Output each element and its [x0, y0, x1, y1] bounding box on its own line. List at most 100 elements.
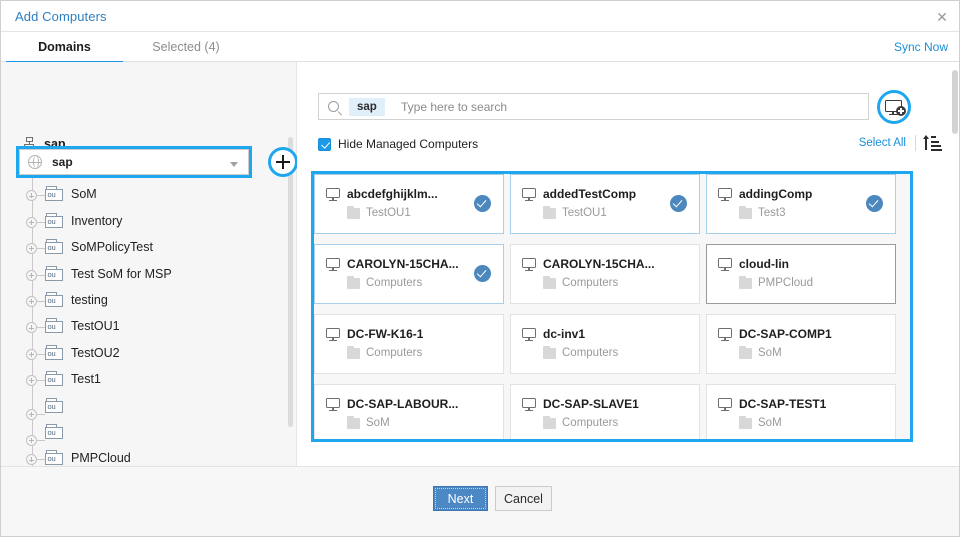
tree-node-testou1[interactable]: ouTestOU1	[1, 314, 297, 340]
expand-icon[interactable]	[26, 409, 37, 420]
sync-now-link[interactable]: Sync Now	[894, 32, 948, 62]
monitor-icon	[326, 258, 341, 271]
monitor-icon	[522, 398, 537, 411]
sort-ascending-icon[interactable]	[924, 135, 942, 151]
tree-connector	[37, 248, 45, 249]
expand-icon[interactable]	[26, 296, 37, 307]
add-domain-button[interactable]	[268, 147, 298, 177]
computer-ou: SoM	[758, 347, 782, 359]
monitor-icon	[522, 328, 537, 341]
selected-check-icon[interactable]	[866, 195, 883, 212]
expand-icon[interactable]	[26, 243, 37, 254]
folder-icon	[739, 418, 752, 429]
expand-icon[interactable]	[26, 435, 37, 446]
computer-card[interactable]: cloud-linPMPCloud	[706, 244, 896, 304]
expand-icon[interactable]	[26, 375, 37, 386]
tab-domains[interactable]: Domains	[6, 32, 123, 62]
computer-card[interactable]: CAROLYN-15CHA...Computers	[314, 244, 504, 304]
domain-selector-highlight: sap	[16, 146, 252, 178]
ou-folder-icon: ou	[45, 345, 65, 361]
computer-name: abcdefghijklm...	[347, 187, 438, 201]
computer-name: dc-inv1	[543, 327, 585, 341]
tree-node-inventory[interactable]: ouInventory	[1, 209, 297, 235]
computers-scrollbar[interactable]	[952, 70, 958, 134]
computer-card[interactable]: CAROLYN-15CHA...Computers	[510, 244, 700, 304]
tree-scrollbar[interactable]	[288, 137, 293, 427]
cancel-button[interactable]: Cancel	[495, 486, 552, 511]
folder-icon	[347, 418, 360, 429]
monitor-icon	[326, 188, 341, 201]
selected-check-icon[interactable]	[474, 265, 491, 282]
tree-node-testou2[interactable]: ouTestOU2	[1, 341, 297, 367]
tree-node-som[interactable]: ouSoM	[1, 182, 297, 208]
tree-node-label: SoMPolicyTest	[71, 240, 153, 254]
computer-card[interactable]: dc-inv1 Computers	[510, 314, 700, 374]
computer-ou: Computers	[562, 347, 618, 359]
tree-node-pmpcloud[interactable]: ouPMPCloud	[1, 446, 297, 466]
tree-node-test-som-for-msp[interactable]: ouTest SoM for MSP	[1, 262, 297, 288]
search-input[interactable]: sap Type here to search	[318, 93, 869, 120]
expand-icon[interactable]	[26, 349, 37, 360]
ou-folder-icon: ou	[45, 292, 65, 308]
expand-icon[interactable]	[26, 454, 37, 465]
tree-node-testing[interactable]: outesting	[1, 288, 297, 314]
tree-node-unnamed[interactable]: ou	[1, 394, 297, 420]
computer-ou: Test3	[758, 207, 786, 219]
globe-icon	[28, 155, 42, 169]
computers-panel: sap Type here to search Hide Managed Com…	[297, 62, 960, 466]
computer-ou: Computers	[562, 277, 618, 289]
tree-connector	[37, 275, 45, 276]
computer-card[interactable]: DC-SAP-COMP1 SoM	[706, 314, 896, 374]
computer-card[interactable]: DC-SAP-SLAVE1Computers	[510, 384, 700, 442]
dialog-footer: Next Cancel	[1, 466, 960, 537]
computer-name: DC-SAP-TEST1	[739, 397, 826, 411]
add-computers-dialog: Add Computers ✕ Domains Selected (4) Syn…	[0, 0, 960, 537]
domains-sidebar: sap ouDomain ControllersouSoMouInventory…	[1, 62, 297, 466]
folder-icon	[347, 348, 360, 359]
monitor-icon	[718, 258, 733, 271]
tab-selected[interactable]: Selected (4)	[131, 32, 241, 62]
selected-check-icon[interactable]	[670, 195, 687, 212]
ou-folder-icon: ou	[45, 371, 65, 387]
domain-select[interactable]: sap	[19, 149, 249, 175]
computer-ou: Computers	[562, 417, 618, 429]
computer-card[interactable]: abcdefghijklm...TestOU1	[314, 174, 504, 234]
tree-node-label: Inventory	[71, 214, 122, 228]
computer-card[interactable]: addedTestCompTestOU1	[510, 174, 700, 234]
tree-node-test1[interactable]: ouTest1	[1, 367, 297, 393]
computer-card[interactable]: addingCompTest3	[706, 174, 896, 234]
expand-icon[interactable]	[26, 217, 37, 228]
tree-connector	[37, 414, 45, 415]
computer-name: DC-SAP-COMP1	[739, 327, 832, 341]
folder-icon	[543, 418, 556, 429]
tree-connector	[37, 440, 45, 441]
search-scope-chip[interactable]: sap	[349, 98, 385, 116]
expand-icon[interactable]	[26, 322, 37, 333]
add-computer-manually-button[interactable]	[877, 90, 911, 124]
tree-connector	[37, 459, 45, 460]
monitor-icon	[718, 398, 733, 411]
tree-node-sompolicytest[interactable]: ouSoMPolicyTest	[1, 235, 297, 261]
computer-name: DC-FW-K16-1	[347, 327, 423, 341]
hide-managed-computers-checkbox[interactable]: Hide Managed Computers	[318, 135, 478, 153]
computer-card[interactable]: DC-FW-K16-1Computers	[314, 314, 504, 374]
folder-icon	[739, 348, 752, 359]
next-button[interactable]: Next	[433, 486, 488, 511]
ou-folder-icon: ou	[45, 450, 65, 466]
computer-card[interactable]: DC-SAP-LABOUR...SoM	[314, 384, 504, 442]
close-icon[interactable]: ✕	[933, 8, 951, 26]
ou-folder-icon: ou	[45, 318, 65, 334]
ou-folder-icon: ou	[45, 424, 65, 440]
tree-node-unnamed[interactable]: ou	[1, 420, 297, 446]
computer-name: CAROLYN-15CHA...	[347, 257, 459, 271]
tree-connector	[37, 301, 45, 302]
expand-icon[interactable]	[26, 270, 37, 281]
computer-card[interactable]: DC-SAP-TEST1SoM	[706, 384, 896, 442]
tree-connector	[37, 354, 45, 355]
expand-icon[interactable]	[26, 190, 37, 201]
folder-icon	[543, 208, 556, 219]
tree-connector	[37, 327, 45, 328]
hide-managed-computers-label: Hide Managed Computers	[338, 137, 478, 151]
selected-check-icon[interactable]	[474, 195, 491, 212]
select-all-link[interactable]: Select All	[859, 137, 906, 149]
